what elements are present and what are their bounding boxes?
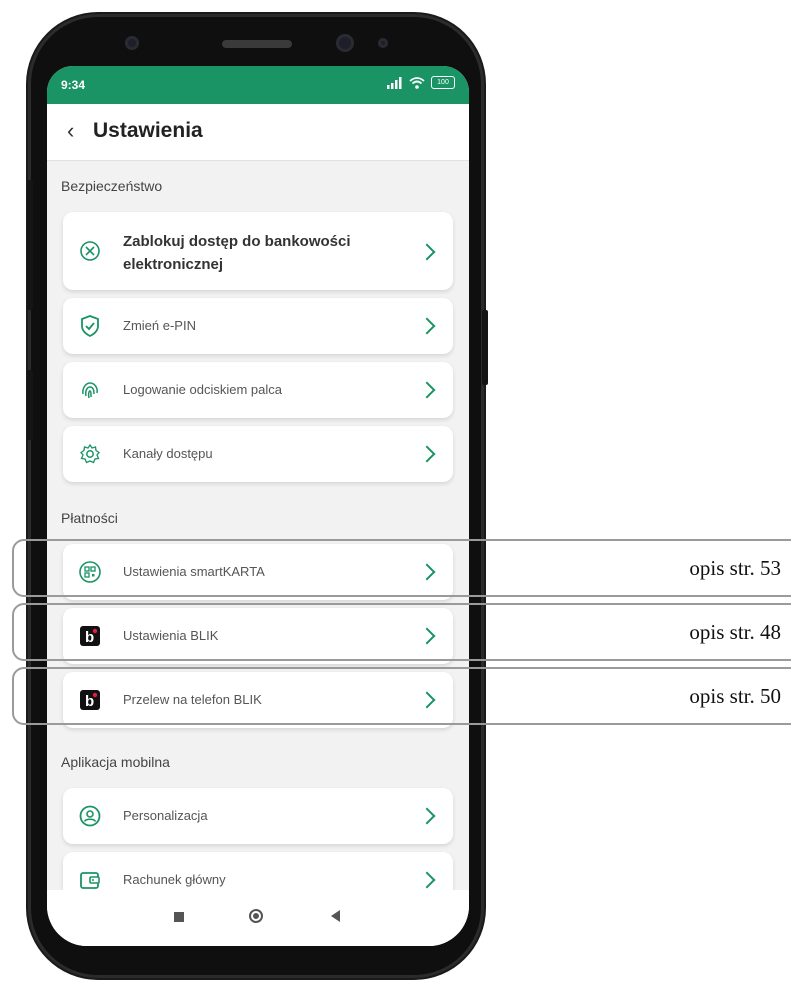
chevron-right-icon — [418, 445, 436, 463]
front-camera-icon — [125, 36, 139, 50]
iris-sensor-icon — [336, 34, 354, 52]
shield-check-icon — [79, 315, 101, 337]
page-title: Ustawienia — [93, 119, 203, 142]
fingerprint-login-button[interactable]: Logowanie odciskiem palca — [63, 362, 453, 418]
volume-button — [27, 180, 33, 310]
fingerprint-login-label: Logowanie odciskiem palca — [123, 382, 282, 397]
power-button — [482, 310, 488, 385]
page-reference-note: opis str. 48 — [689, 620, 781, 644]
chevron-right-icon — [418, 243, 436, 261]
block-access-label: Zablokuj dostęp do bankowości elektronic… — [123, 233, 351, 273]
callout-box-blik-settings — [12, 603, 791, 661]
screen: 9:34 100 ‹ Ustawienia Bezpieczeństwo Zab… — [47, 66, 469, 946]
earpiece-speaker — [222, 40, 292, 48]
back-arrow-icon[interactable]: ‹ — [67, 118, 74, 144]
section-title-payments: Płatności — [61, 510, 118, 526]
callout-box-smartkarta — [12, 539, 791, 597]
callout-box-blik-transfer — [12, 667, 791, 725]
page-reference-note: opis str. 50 — [689, 684, 781, 708]
wifi-icon — [409, 76, 425, 89]
chevron-right-icon — [418, 807, 436, 825]
nav-back-icon[interactable] — [331, 910, 340, 922]
personalization-label: Personalizacja — [123, 808, 208, 823]
bixby-button — [27, 370, 33, 440]
chevron-right-icon — [418, 381, 436, 399]
android-nav-bar — [47, 890, 469, 946]
personalization-button[interactable]: Personalizacja — [63, 788, 453, 844]
user-circle-icon — [79, 805, 101, 827]
block-icon — [79, 240, 101, 262]
change-epin-button[interactable]: Zmień e-PIN — [63, 298, 453, 354]
section-title-security: Bezpieczeństwo — [61, 178, 163, 194]
wallet-icon — [79, 869, 101, 891]
page-reference-note: opis str. 53 — [689, 556, 781, 580]
change-epin-label: Zmień e-PIN — [123, 318, 196, 333]
status-time: 9:34 — [61, 78, 86, 92]
status-bar: 9:34 100 — [47, 66, 469, 104]
main-account-label: Rachunek główny — [123, 872, 226, 887]
access-channels-label: Kanały dostępu — [123, 446, 213, 461]
proximity-sensor-icon — [378, 38, 388, 48]
section-title-mobile-app: Aplikacja mobilna — [61, 754, 170, 770]
home-icon[interactable] — [249, 909, 263, 923]
signal-icon — [387, 76, 402, 89]
chevron-right-icon — [418, 317, 436, 335]
chevron-right-icon — [418, 871, 436, 889]
access-channels-button[interactable]: Kanały dostępu — [63, 426, 453, 482]
gear-icon — [79, 443, 101, 465]
block-access-button[interactable]: Zablokuj dostęp do bankowości elektronic… — [63, 212, 453, 290]
app-bar: ‹ Ustawienia — [47, 104, 469, 161]
recent-apps-icon[interactable] — [174, 912, 184, 922]
battery-icon: 100 — [431, 76, 455, 89]
fingerprint-icon — [79, 379, 101, 401]
